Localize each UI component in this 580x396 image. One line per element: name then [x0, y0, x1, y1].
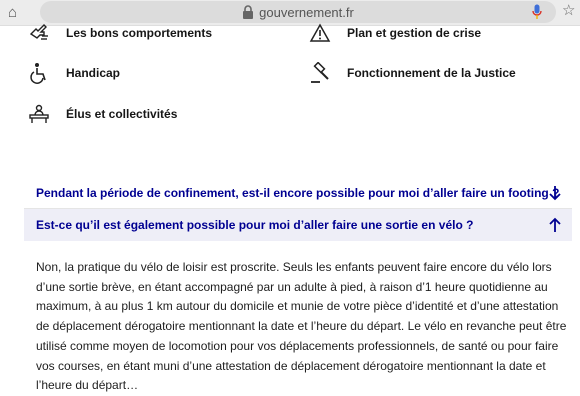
category-label: Les bons comportements — [66, 26, 213, 40]
category-label: Élus et collectivités — [66, 107, 178, 121]
gavel-icon — [311, 62, 329, 83]
category-label: Handicap — [66, 66, 121, 80]
officials-icon — [29, 104, 49, 123]
hand-icon — [29, 24, 48, 40]
arrow-up-icon[interactable] — [548, 217, 562, 233]
category-label: Plan et gestion de crise — [347, 26, 482, 40]
faq-answer: Non, la pratique du vélo de loisir est p… — [36, 260, 567, 393]
faq-question: Pendant la période de confinement, est-i… — [36, 185, 560, 200]
microphone-icon[interactable] — [532, 4, 542, 20]
category-grid: Les bons comportements Plan et gestion d… — [0, 23, 580, 136]
faq-item-footing[interactable]: Pendant la période de confinement, est-i… — [24, 177, 572, 209]
faq-question: Est-ce qu’il est également possible pour… — [36, 218, 474, 232]
bookmark-star-icon[interactable]: ☆ — [562, 1, 575, 19]
browser-back-area[interactable]: ⌂ — [0, 0, 30, 26]
category-plan-crise[interactable]: Plan et gestion de crise — [309, 22, 481, 44]
address-bar[interactable]: gouvernement.fr — [40, 1, 556, 23]
category-bons-comportements[interactable]: Les bons comportements — [28, 22, 212, 44]
wheelchair-icon — [30, 63, 46, 84]
arrow-down-icon[interactable] — [548, 185, 562, 201]
category-handicap[interactable]: Handicap — [28, 62, 120, 84]
warning-icon — [309, 23, 331, 42]
lock-icon — [243, 5, 254, 19]
category-label: Fonctionnement de la Justice — [347, 66, 516, 80]
category-justice[interactable]: Fonctionnement de la Justice — [309, 62, 516, 84]
category-elus[interactable]: Élus et collectivités — [28, 103, 177, 125]
faq-item-velo[interactable]: Est-ce qu’il est également possible pour… — [24, 209, 572, 241]
url-text: gouvernement.fr — [259, 4, 354, 20]
